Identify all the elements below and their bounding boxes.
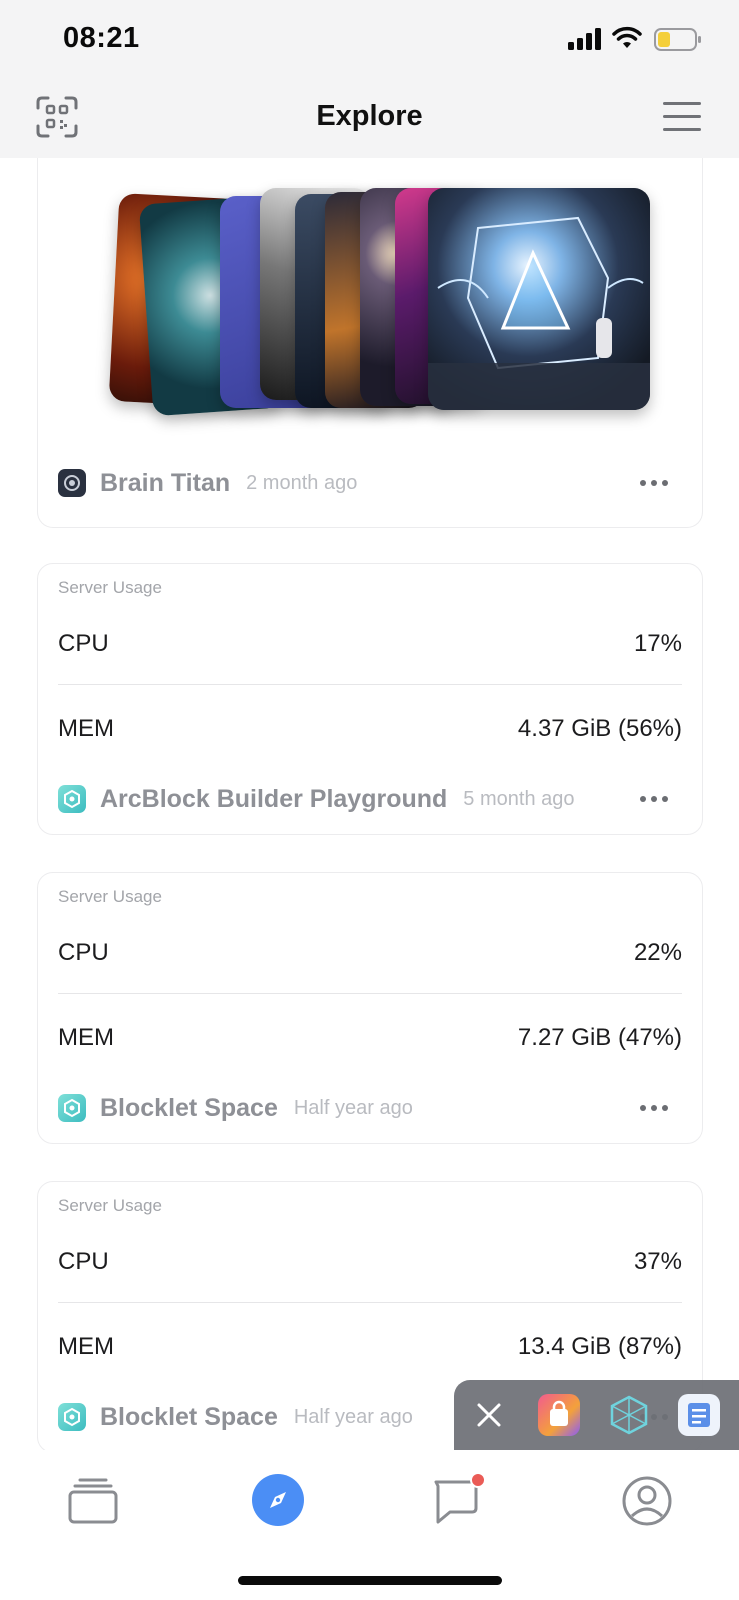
card-footer: Brain Titan 2 month ago (58, 466, 682, 500)
app-name[interactable]: Brain Titan (100, 469, 230, 498)
shopping-bag-icon (550, 1400, 568, 1426)
mem-label: MEM (58, 1333, 114, 1360)
status-time: 08:21 (63, 22, 140, 54)
user-circle-icon (622, 1476, 672, 1526)
cpu-row: CPU 22% (58, 933, 682, 973)
card-footer: ArcBlock Builder Playground 5 month ago (58, 782, 682, 816)
compass-icon (270, 1492, 286, 1508)
cellular-signal-icon (568, 28, 601, 50)
close-icon (477, 1403, 501, 1427)
document-app-button[interactable] (678, 1394, 720, 1436)
mem-label: MEM (58, 1024, 114, 1051)
blocklet-app-icon (58, 785, 86, 813)
more-options-button[interactable] (634, 466, 674, 500)
divider (58, 684, 682, 685)
arcblock-app-button[interactable] (608, 1394, 650, 1436)
post-time: 5 month ago (463, 787, 575, 810)
feed-card-server-usage[interactable]: Server Usage CPU 17% MEM 4.37 GiB (56%) … (37, 563, 703, 835)
top-bar: 08:21 Explore (0, 0, 739, 158)
tab-profile[interactable] (620, 1474, 674, 1528)
post-time: Half year ago (293, 1405, 413, 1428)
tab-stack[interactable] (66, 1474, 120, 1528)
feed-card-gallery[interactable]: Brain Titan 2 month ago (37, 140, 703, 528)
card-footer: Blocklet Space Half year ago (58, 1091, 682, 1125)
mem-value: 4.37 GiB (56%) (517, 715, 682, 742)
mem-row: MEM 7.27 GiB (47%) (58, 1018, 682, 1058)
arcblock-icon (610, 1395, 648, 1435)
feed-card-server-usage[interactable]: Server Usage CPU 22% MEM 7.27 GiB (47%) … (37, 872, 703, 1144)
cpu-row: CPU 17% (58, 624, 682, 664)
app-name[interactable]: ArcBlock Builder Playground (100, 785, 447, 814)
page-title: Explore (316, 100, 423, 132)
cpu-value: 17% (633, 630, 682, 657)
more-options-button[interactable] (634, 782, 674, 816)
cpu-value: 37% (633, 1248, 682, 1275)
nft-collage-image (108, 188, 650, 428)
section-label: Server Usage (58, 1196, 162, 1215)
home-indicator (238, 1576, 502, 1585)
cards-stack-icon (68, 1478, 118, 1524)
section-label: Server Usage (58, 578, 162, 597)
post-time: Half year ago (293, 1096, 413, 1119)
app-screen: 08:21 Explore Brain Titan 2 month ago Se… (0, 0, 739, 1600)
brain-titan-app-icon (58, 469, 86, 497)
battery-icon (654, 28, 701, 51)
cpu-label: CPU (58, 939, 109, 966)
close-floating-button[interactable] (474, 1400, 504, 1430)
divider (58, 1302, 682, 1303)
tab-explore[interactable] (252, 1474, 304, 1526)
menu-button[interactable] (662, 100, 702, 134)
document-icon (688, 1403, 710, 1427)
mem-value: 7.27 GiB (47%) (517, 1024, 682, 1051)
wifi-icon (612, 26, 642, 48)
notification-badge (470, 1472, 486, 1488)
cpu-row: CPU 37% (58, 1242, 682, 1282)
pyramid-cube-artwork-icon (428, 216, 650, 410)
cpu-label: CPU (58, 630, 109, 657)
blocklet-app-icon (58, 1403, 86, 1431)
mem-label: MEM (58, 715, 114, 742)
cpu-value: 22% (633, 939, 682, 966)
cpu-label: CPU (58, 1248, 109, 1275)
app-name[interactable]: Blocklet Space (100, 1403, 278, 1432)
shopping-bag-app-button[interactable] (538, 1394, 580, 1436)
section-label: Server Usage (58, 887, 162, 906)
hamburger-menu-icon (663, 102, 701, 131)
more-options-button[interactable] (634, 1091, 674, 1125)
app-name[interactable]: Blocklet Space (100, 1094, 278, 1123)
blocklet-app-icon (58, 1094, 86, 1122)
mem-row: MEM 4.37 GiB (56%) (58, 709, 682, 749)
mem-value: 13.4 GiB (87%) (517, 1333, 682, 1360)
post-time: 2 month ago (246, 471, 358, 494)
mem-row: MEM 13.4 GiB (87%) (58, 1327, 682, 1367)
divider (58, 993, 682, 994)
floating-app-switcher (454, 1380, 739, 1450)
